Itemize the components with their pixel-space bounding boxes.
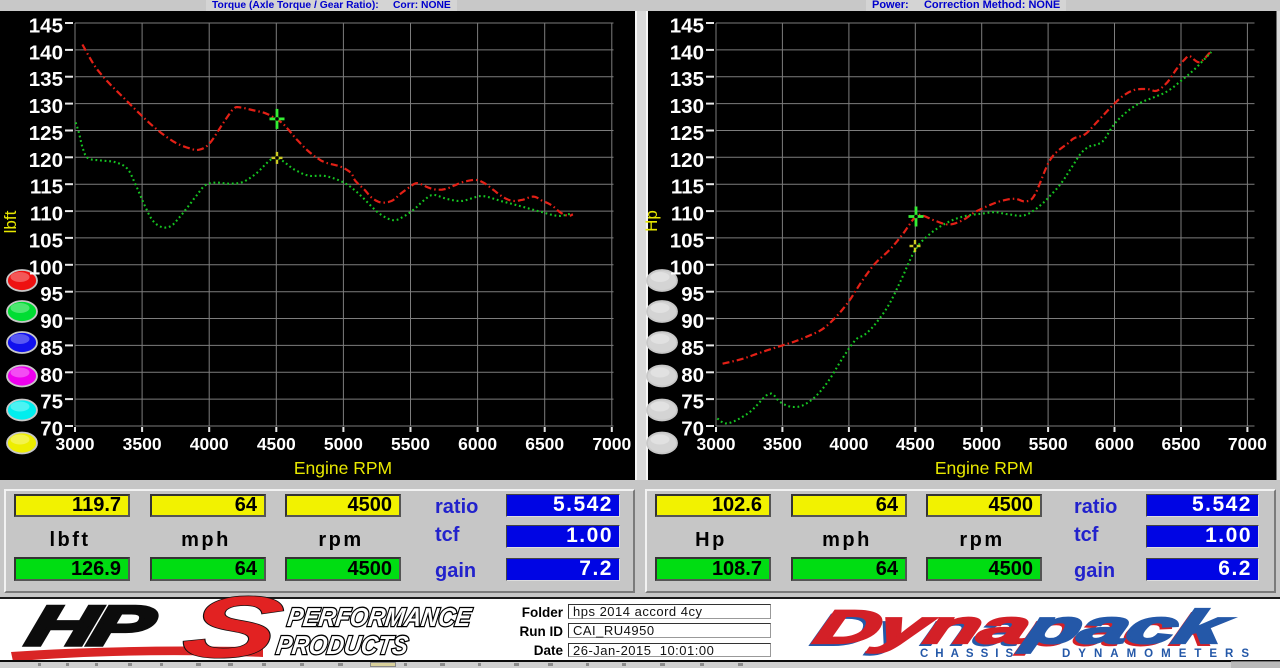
- svg-text:Engine RPM: Engine RPM: [294, 458, 392, 478]
- svg-text:6500: 6500: [525, 434, 564, 454]
- svg-text:5000: 5000: [324, 434, 363, 454]
- svg-text:5500: 5500: [391, 434, 430, 454]
- svg-text:140: 140: [29, 41, 63, 64]
- svg-text:105: 105: [29, 229, 63, 252]
- svg-text:4000: 4000: [829, 434, 868, 454]
- svg-text:4500: 4500: [257, 434, 296, 454]
- svg-text:135: 135: [29, 68, 63, 91]
- svg-text:PERFORMANCE: PERFORMANCE: [286, 603, 475, 632]
- svg-text:PRODUCTS: PRODUCTS: [275, 631, 411, 660]
- svg-text:95: 95: [681, 283, 704, 306]
- svg-text:110: 110: [671, 203, 704, 226]
- svg-text:75: 75: [40, 391, 63, 414]
- svg-text:135: 135: [670, 68, 704, 91]
- svg-text:95: 95: [40, 283, 63, 306]
- svg-text:120: 120: [29, 149, 63, 172]
- svg-text:7000: 7000: [1228, 434, 1267, 454]
- svg-text:100: 100: [29, 256, 63, 279]
- svg-text:85: 85: [681, 337, 704, 360]
- svg-text:5500: 5500: [1029, 434, 1068, 454]
- svg-text:130: 130: [29, 95, 63, 118]
- svg-text:4000: 4000: [190, 434, 229, 454]
- svg-text:145: 145: [670, 15, 704, 38]
- svg-text:125: 125: [670, 122, 704, 145]
- svg-text:lbft: lbft: [1, 210, 20, 233]
- svg-text:125: 125: [29, 122, 63, 145]
- svg-text:110: 110: [30, 203, 63, 226]
- svg-text:100: 100: [670, 256, 704, 279]
- svg-text:3000: 3000: [56, 434, 95, 454]
- svg-text:Hp: Hp: [642, 210, 661, 232]
- svg-text:140: 140: [670, 41, 704, 64]
- svg-text:3500: 3500: [763, 434, 802, 454]
- svg-text:3500: 3500: [123, 434, 162, 454]
- svg-text:5000: 5000: [962, 434, 1001, 454]
- svg-text:115: 115: [30, 176, 63, 199]
- svg-text:90: 90: [40, 310, 63, 333]
- svg-text:105: 105: [670, 229, 704, 252]
- svg-text:80: 80: [681, 364, 704, 387]
- svg-text:6000: 6000: [458, 434, 497, 454]
- svg-text:130: 130: [670, 95, 704, 118]
- svg-text:Engine RPM: Engine RPM: [935, 458, 1033, 478]
- svg-text:4500: 4500: [896, 434, 935, 454]
- svg-text:85: 85: [40, 337, 63, 360]
- svg-text:90: 90: [681, 310, 704, 333]
- svg-text:120: 120: [670, 149, 704, 172]
- svg-text:80: 80: [40, 364, 63, 387]
- svg-text:HP: HP: [21, 595, 162, 657]
- svg-text:3000: 3000: [697, 434, 736, 454]
- svg-text:115: 115: [671, 176, 704, 199]
- svg-text:7000: 7000: [592, 434, 631, 454]
- svg-text:6000: 6000: [1095, 434, 1134, 454]
- svg-text:75: 75: [681, 391, 704, 414]
- svg-text:6500: 6500: [1162, 434, 1201, 454]
- svg-text:145: 145: [29, 15, 63, 38]
